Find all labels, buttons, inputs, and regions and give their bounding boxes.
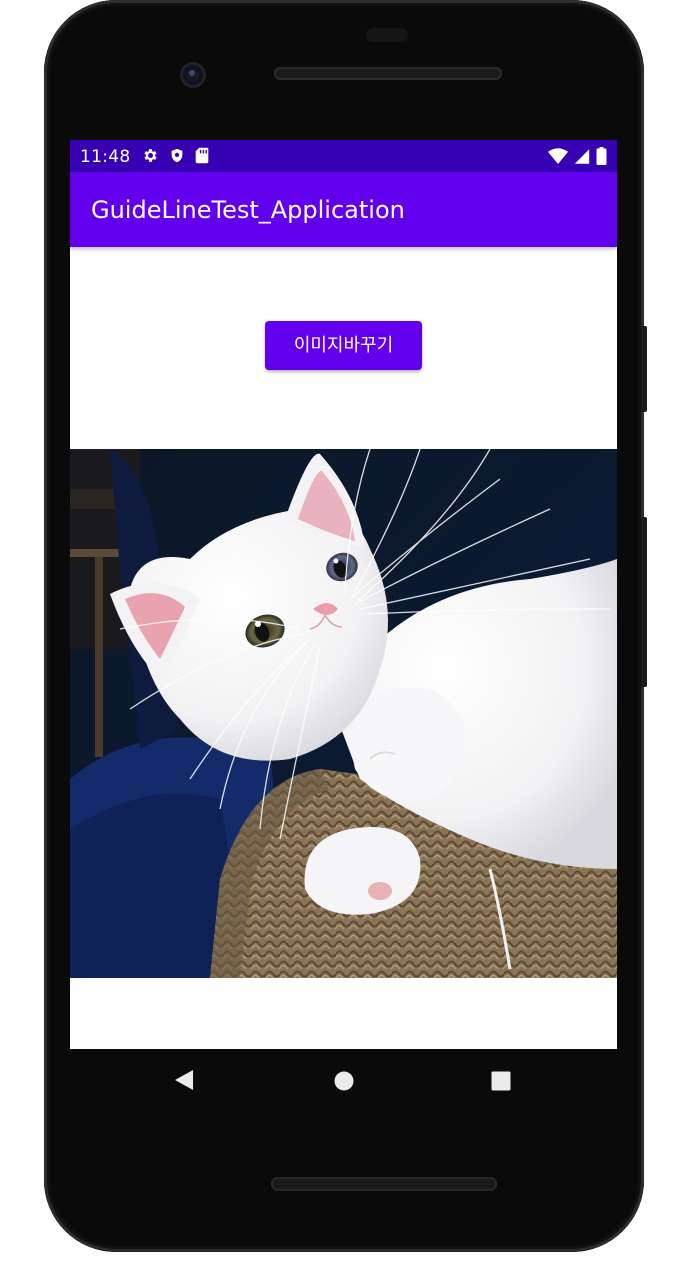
power-button <box>641 326 647 412</box>
status-bar: 11:48 <box>70 140 617 172</box>
kitten-image <box>70 449 617 978</box>
change-image-button[interactable]: 이미지바꾸기 <box>265 321 422 370</box>
home-icon[interactable] <box>334 1071 354 1091</box>
bottom-speaker <box>271 1177 497 1191</box>
app-title: GuideLineTest_Application <box>91 196 405 224</box>
recents-icon[interactable] <box>491 1071 511 1091</box>
shield-icon <box>171 148 183 163</box>
earpiece-speaker <box>274 67 502 80</box>
battery-icon <box>596 147 607 165</box>
sd-card-icon <box>195 147 209 164</box>
device-screen: 11:48 GuideLineTest_Application 이미지바꾸기 <box>70 140 617 1049</box>
status-notification-icons <box>142 147 209 164</box>
signal-icon <box>574 148 590 164</box>
settings-icon <box>144 149 157 162</box>
status-time: 11:48 <box>80 147 131 167</box>
proximity-sensor <box>366 28 408 42</box>
volume-button <box>641 517 647 687</box>
navigation-bar <box>70 1049 617 1113</box>
wifi-icon <box>548 147 568 164</box>
status-system-icons <box>548 147 607 165</box>
front-camera-icon <box>180 62 206 88</box>
back-icon[interactable] <box>174 1069 194 1091</box>
app-bar: GuideLineTest_Application <box>70 172 617 247</box>
